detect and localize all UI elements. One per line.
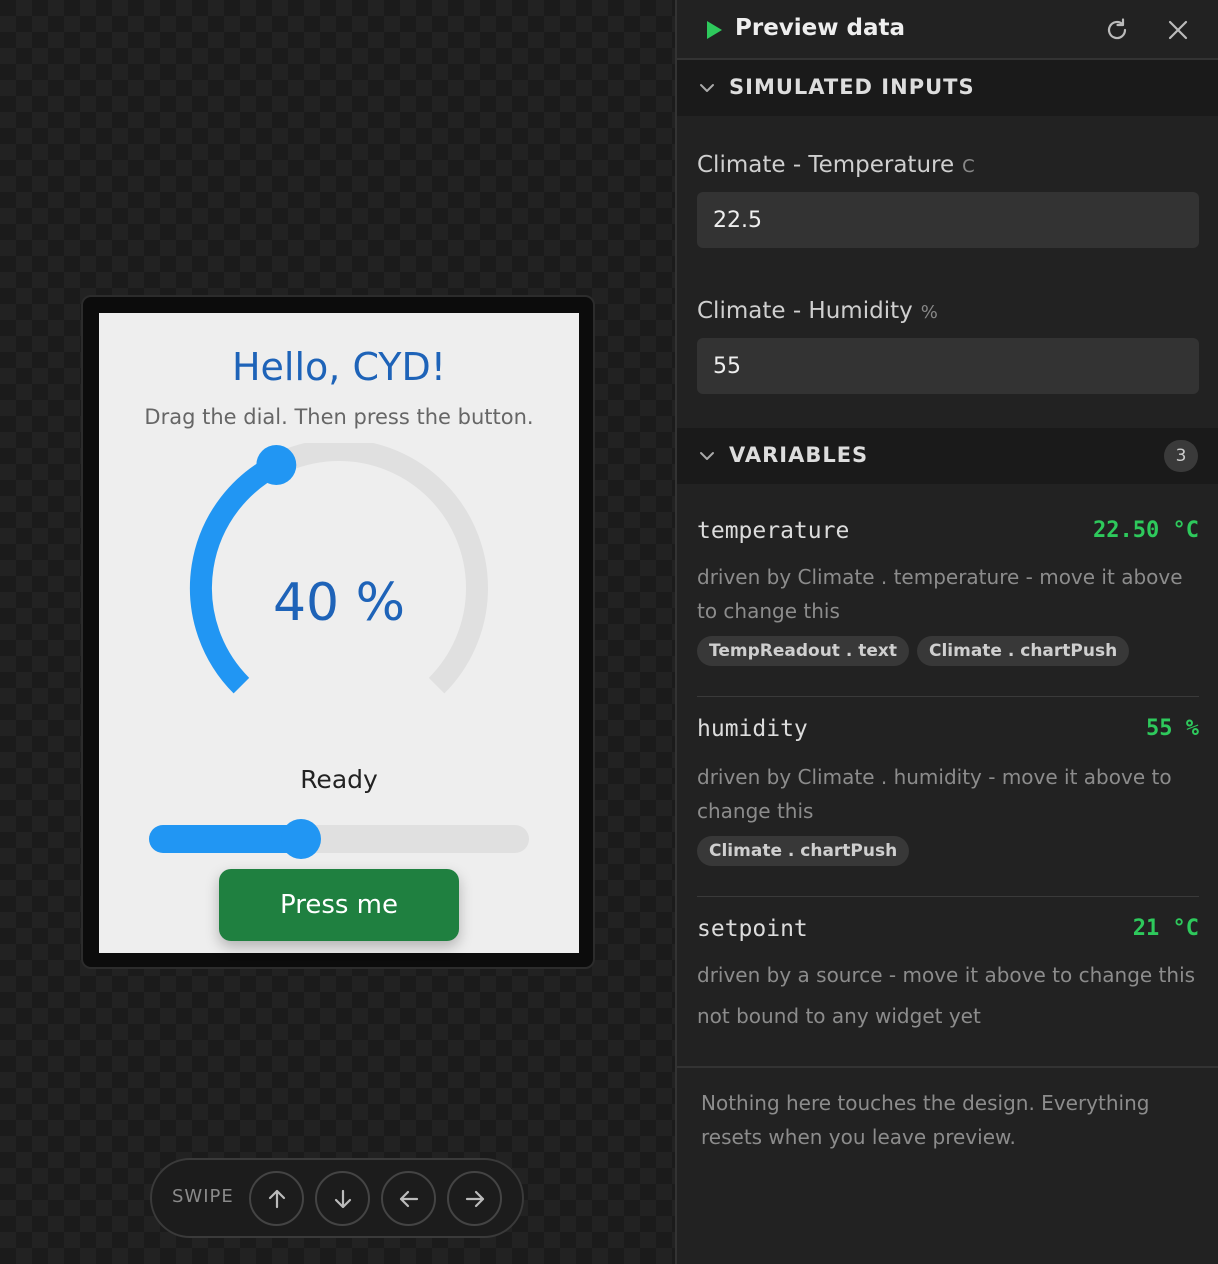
swipe-left-button[interactable]: [381, 1171, 436, 1226]
status-label: Ready: [300, 765, 378, 794]
dial-knob[interactable]: [256, 445, 297, 485]
chevron-down-icon: [700, 452, 714, 460]
variable-name: temperature: [697, 518, 850, 544]
humidity-input-label: Climate - Humidity%: [697, 298, 938, 324]
variables-header[interactable]: VARIABLES 3: [677, 428, 1218, 484]
footer-divider: [677, 1066, 1218, 1068]
screen-title: Hello, CYD!: [231, 345, 447, 389]
unbound-note: not bound to any widget yet: [697, 1004, 981, 1028]
variable-description: driven by Climate . humidity - move it a…: [697, 765, 1172, 823]
section-title: VARIABLES: [729, 443, 869, 467]
field-label: Climate - Humidity: [697, 298, 913, 324]
swipe-down-button[interactable]: [315, 1171, 370, 1226]
panel-header: Preview data: [677, 0, 1218, 60]
swipe-bar: SWIPE: [150, 1158, 524, 1238]
variable-value: 55 %: [1146, 716, 1199, 741]
arrow-down-icon: [334, 1189, 351, 1208]
press-me-button[interactable]: Press me: [219, 869, 459, 941]
arrow-left-icon: [399, 1190, 418, 1207]
binding-chip[interactable]: TempReadout . text: [697, 636, 909, 666]
slider-track[interactable]: [149, 819, 529, 859]
section-title: SIMULATED INPUTS: [729, 75, 975, 99]
variable-name: setpoint: [697, 916, 808, 942]
variable-setpoint: setpoint 21 °C driven by a source - move…: [697, 916, 1199, 1046]
arrow-right-icon: [465, 1190, 484, 1207]
binding-chips: Climate . chartPush: [697, 836, 910, 866]
field-unit: %: [920, 302, 938, 323]
dial-value: 40 %: [272, 573, 406, 633]
field-unit: C: [962, 156, 975, 177]
temperature-input-label: Climate - Temperature C: [697, 152, 975, 178]
variable-description: driven by Climate . temperature - move i…: [697, 565, 1183, 623]
refresh-icon[interactable]: [1104, 17, 1130, 43]
variable-temperature: temperature 22.50 °C driven by Climate .…: [697, 518, 1199, 678]
variables-count-badge: 3: [1164, 440, 1198, 472]
chevron-down-icon: [700, 84, 714, 92]
device-frame: Hello, CYD! Drag the dial. Then press th…: [81, 295, 595, 969]
temperature-input[interactable]: [697, 192, 1199, 248]
arrow-up-icon: [268, 1189, 285, 1208]
preview-data-panel: Preview data SIMULATED INPUTS Climate - …: [675, 0, 1218, 1264]
panel-title: Preview data: [735, 15, 906, 41]
variable-description: driven by a source - move it above to ch…: [697, 963, 1196, 987]
divider: [697, 896, 1199, 897]
humidity-input[interactable]: [697, 338, 1199, 394]
swipe-up-button[interactable]: [249, 1171, 304, 1226]
slider-fill: [149, 825, 301, 853]
close-icon[interactable]: [1165, 17, 1191, 43]
play-icon[interactable]: [705, 20, 723, 40]
device-screen: Hello, CYD! Drag the dial. Then press th…: [99, 313, 579, 953]
footer-note: Nothing here touches the design. Everyth…: [701, 1091, 1150, 1149]
slider-knob[interactable]: [281, 819, 321, 859]
field-label: Climate - Temperature: [697, 152, 955, 178]
swipe-label: SWIPE: [172, 1186, 234, 1207]
screen-subtitle: Drag the dial. Then press the button.: [144, 405, 534, 429]
divider: [697, 696, 1199, 697]
variable-value: 22.50 °C: [1093, 518, 1199, 543]
binding-chips: TempReadout . text Climate . chartPush: [697, 636, 1130, 666]
binding-chip[interactable]: Climate . chartPush: [697, 836, 910, 866]
variable-name: humidity: [697, 716, 808, 742]
binding-chip[interactable]: Climate . chartPush: [916, 636, 1130, 666]
simulated-inputs-header[interactable]: SIMULATED INPUTS: [677, 60, 1218, 116]
swipe-right-button[interactable]: [447, 1171, 502, 1226]
preview-canvas: Hello, CYD! Drag the dial. Then press th…: [0, 0, 675, 1264]
variable-value: 21 °C: [1132, 916, 1199, 941]
variable-humidity: humidity 55 % driven by Climate . humidi…: [697, 716, 1199, 876]
